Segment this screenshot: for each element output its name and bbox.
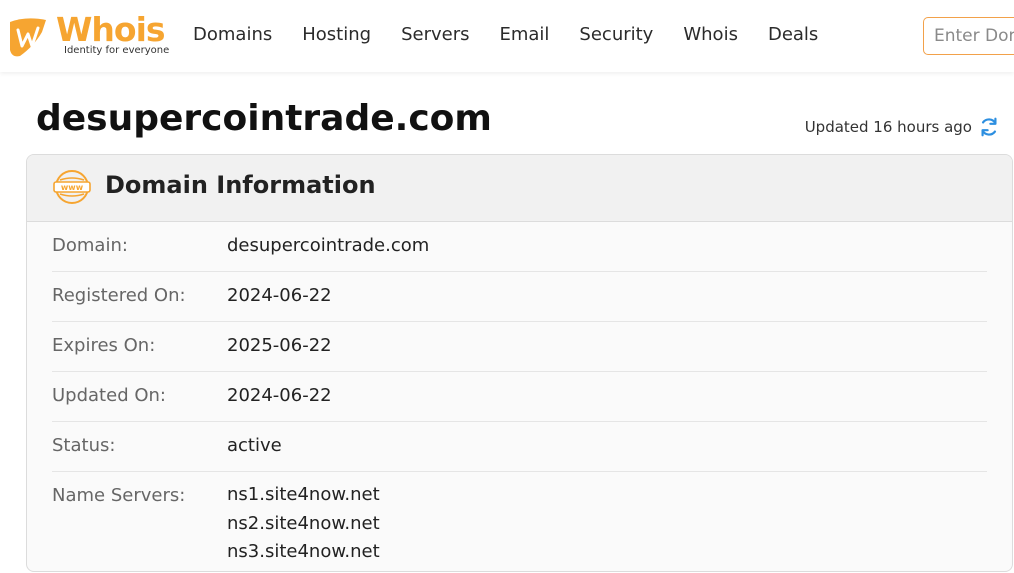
domain-information-card: www Domain Information Domain: desuperco… <box>26 154 1013 572</box>
svg-text:www: www <box>61 183 84 192</box>
nav-hosting[interactable]: Hosting <box>287 24 386 45</box>
updated-status: Updated 16 hours ago <box>805 116 1000 138</box>
name-server: ns3.site4now.net <box>227 541 380 562</box>
refresh-icon[interactable] <box>978 116 1000 138</box>
name-servers-row: Name Servers: ns1.site4now.net ns2.site4… <box>52 472 987 571</box>
row-label: Expires On: <box>52 335 156 356</box>
logo-text: Whois <box>56 10 166 49</box>
table-row: Expires On: 2025-06-22 <box>52 322 987 372</box>
domain-search-input[interactable] <box>923 17 1014 55</box>
row-label: Domain: <box>52 235 128 256</box>
table-row: Updated On: 2024-06-22 <box>52 372 987 422</box>
nav-deals[interactable]: Deals <box>753 24 833 45</box>
card-title: Domain Information <box>105 171 376 199</box>
row-label: Name Servers: <box>52 485 186 506</box>
nav-servers[interactable]: Servers <box>386 24 484 45</box>
name-servers-list: ns1.site4now.net ns2.site4now.net ns3.si… <box>227 481 380 567</box>
row-label: Updated On: <box>52 385 166 406</box>
nav-email[interactable]: Email <box>484 24 564 45</box>
row-value: 2024-06-22 <box>227 385 332 406</box>
domain-info-table: Domain: desupercointrade.com Registered … <box>27 222 1012 571</box>
table-row: Status: active <box>52 422 987 472</box>
nav-domains[interactable]: Domains <box>178 24 287 45</box>
name-server: ns2.site4now.net <box>227 512 380 534</box>
www-icon: www <box>53 168 91 210</box>
page-title: desupercointrade.com <box>36 98 492 139</box>
updated-text: Updated 16 hours ago <box>804 118 972 136</box>
row-value: active <box>227 435 282 456</box>
nav-whois[interactable]: Whois <box>668 24 753 45</box>
whois-logo[interactable]: Whois Identity for everyone <box>6 10 170 62</box>
name-server: ns1.site4now.net <box>227 484 380 505</box>
card-header: www Domain Information <box>27 155 1012 222</box>
row-label: Registered On: <box>52 285 186 306</box>
row-value: 2025-06-22 <box>227 335 332 356</box>
logo-tagline: Identity for everyone <box>64 45 170 56</box>
nav-security[interactable]: Security <box>564 24 668 45</box>
main-nav: Domains Hosting Servers Email Security W… <box>178 24 833 45</box>
logo-mark-icon <box>10 18 46 57</box>
row-value: 2024-06-22 <box>227 285 332 306</box>
row-value: desupercointrade.com <box>227 235 430 256</box>
row-label: Status: <box>52 435 116 456</box>
table-row: Registered On: 2024-06-22 <box>52 272 987 322</box>
table-row: Domain: desupercointrade.com <box>52 222 987 272</box>
site-header: Whois Identity for everyone Domains Host… <box>0 0 1014 72</box>
